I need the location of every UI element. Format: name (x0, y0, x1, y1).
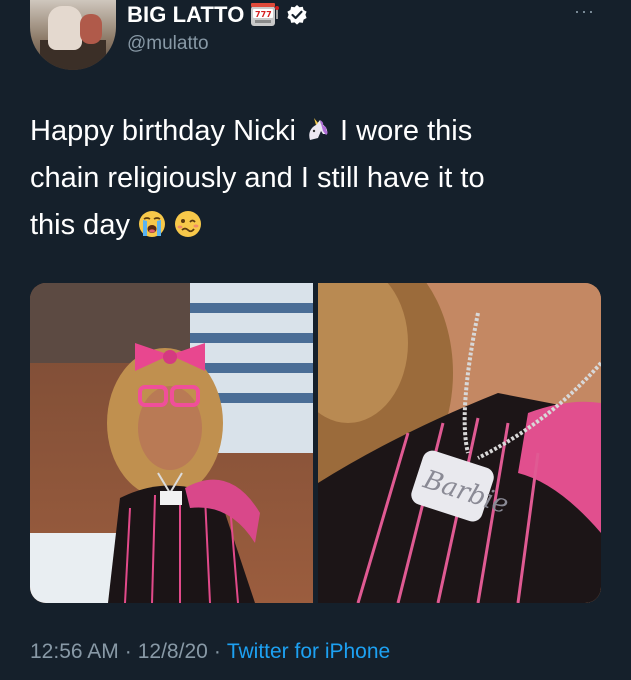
woozy-face-emoji-icon (174, 206, 202, 237)
author-name-row[interactable]: BIG LATTO 777 (127, 1, 308, 29)
unicorn-emoji-icon (304, 112, 332, 140)
tweet-meta: 12:56 AM · 12/8/20 · Twitter for iPhone (30, 640, 390, 664)
tweet-text-line1-b: I wore this (332, 115, 473, 147)
tweet-time[interactable]: 12:56 AM (30, 640, 119, 664)
meta-separator: · (213, 640, 221, 663)
tweet-text-line3: this day (30, 209, 138, 241)
tweet-text-line2: chain religiously and I still have it to (30, 162, 485, 194)
loudly-crying-face-emoji-icon (138, 206, 166, 237)
tweet-text: Happy birthday Nicki I wore this chain r… (30, 108, 590, 249)
more-options-icon[interactable]: ··· (574, 2, 595, 20)
svg-text:777: 777 (255, 10, 272, 19)
meta-separator: · (124, 640, 132, 663)
slot-machine-icon: 777 (250, 3, 280, 27)
tweet-source-link[interactable]: Twitter for iPhone (227, 640, 390, 664)
tweet-photo-left[interactable] (30, 283, 313, 603)
user-handle[interactable]: @mulatto (127, 33, 209, 55)
avatar[interactable] (30, 0, 116, 70)
tweet-date[interactable]: 12/8/20 (138, 640, 208, 664)
tweet-text-line1-a: Happy birthday Nicki (30, 115, 304, 147)
verified-badge-icon (286, 4, 308, 26)
display-name[interactable]: BIG LATTO (127, 2, 244, 28)
tweet-photo-right[interactable]: Barbie (318, 283, 601, 603)
